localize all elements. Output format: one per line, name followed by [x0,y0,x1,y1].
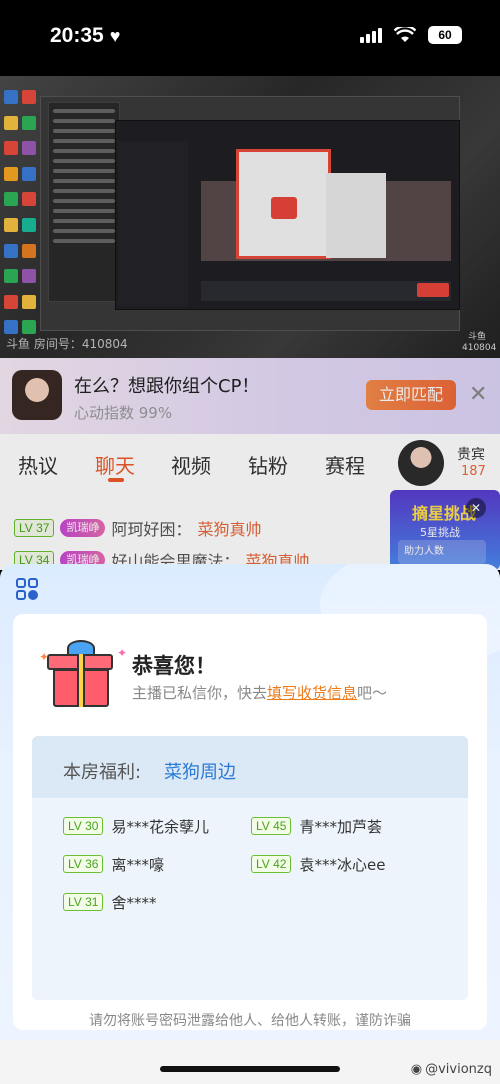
status-time: 20:35 ♥ [50,24,120,48]
weibo-handle: @vivionzq [425,1062,492,1077]
winner-item: LV 45 青***加芦荟 [251,816,382,836]
winner-item: LV 42 袁***冰心ee [251,854,385,874]
benefit-label: 本房福利: [63,762,142,783]
weibo-icon: ◉ [410,1062,423,1077]
message-prefix: 主播已私信你，快去 [132,684,268,702]
clock: 20:35 [50,24,104,47]
level-badge: LV 45 [251,817,292,835]
modal-backdrop[interactable] [0,76,500,570]
winner-name: 易***花余孽儿 [111,817,209,836]
winner-name: 离***嚎 [111,855,164,874]
battery-icon: 60 [428,26,462,44]
level-badge: LV 42 [251,855,292,873]
fill-shipping-info-link[interactable]: 填写收货信息 [267,684,357,702]
status-icons: 60 [360,26,462,44]
home-bar-area: ◉ @vivionzq [0,1040,500,1084]
congrats-message: 主播已私信你，快去填写收货信息吧～ [132,682,387,703]
gift-box-icon: ✦ ✦ [39,636,127,707]
wifi-icon [394,27,416,42]
prize-modal-sheet: ✦ ✦ 恭喜您！ 主播已私信你，快去填写收货信息吧～ 本房福利: 菜狗周边 LV … [0,564,500,1040]
level-badge: LV 30 [63,817,104,835]
grid-menu-icon[interactable] [16,578,38,600]
benefit-header: 本房福利: 菜狗周边 [32,736,468,798]
winner-name: 舍**** [111,893,157,912]
fraud-warning: 请勿将账号密码泄露给他人、给他人转账，谨防诈骗 [89,1013,411,1029]
benefit-name: 菜狗周边 [164,762,236,783]
congrats-title: 恭喜您！ [132,654,216,678]
weibo-watermark: ◉ @vivionzq [411,1062,492,1077]
message-suffix: 吧～ [357,684,388,702]
winner-item: LV 31 舍**** [63,892,156,912]
prize-card: ✦ ✦ 恭喜您！ 主播已私信你，快去填写收货信息吧～ 本房福利: 菜狗周边 LV … [13,614,487,1030]
winner-name: 青***加芦荟 [299,817,382,836]
room-benefit-box: 本房福利: 菜狗周边 LV 30 易***花余孽儿 LV 45 青***加芦荟 … [32,736,468,1000]
heart-icon: ♥ [109,25,121,46]
status-bar: 20:35 ♥ 60 [0,0,500,76]
level-badge: LV 36 [63,855,104,873]
winner-item: LV 30 易***花余孽儿 [63,816,209,836]
signal-icon [360,27,382,43]
level-badge: LV 31 [63,893,104,911]
winner-name: 袁***冰心ee [299,855,386,874]
home-indicator[interactable] [160,1066,340,1072]
winner-item: LV 36 离***嚎 [63,854,164,874]
